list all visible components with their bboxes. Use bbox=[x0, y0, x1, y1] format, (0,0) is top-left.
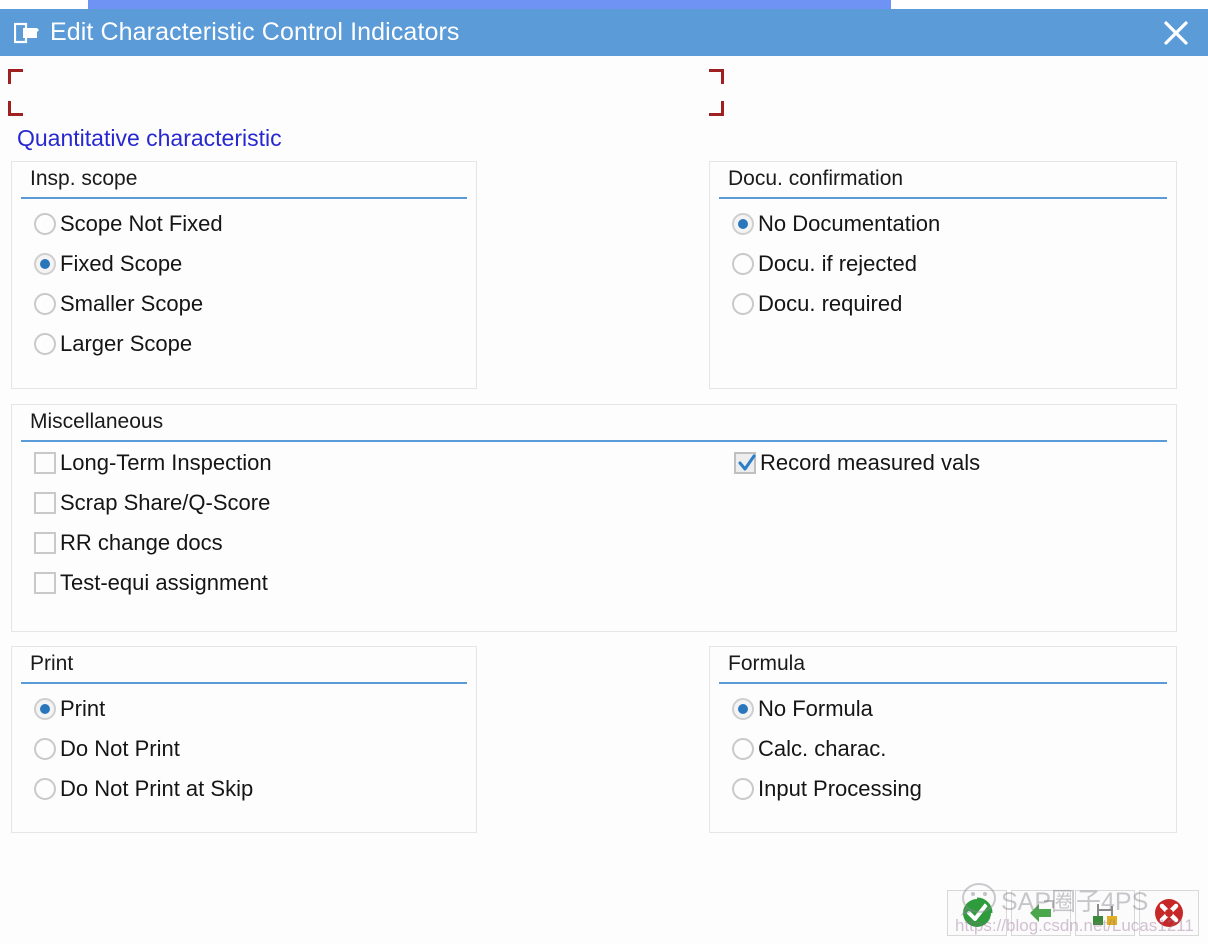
radio-row-no-documentation[interactable]: No Documentation bbox=[710, 204, 1176, 244]
checkbox-row-rr-change-docs[interactable]: RR change docs bbox=[12, 523, 612, 563]
checkbox-test-equi-assignment[interactable] bbox=[34, 572, 56, 594]
radio-input-processing[interactable] bbox=[732, 778, 754, 800]
selection-bracket-bottom-right bbox=[709, 101, 724, 116]
group-title-insp-scope: Insp. scope bbox=[30, 167, 138, 190]
checkbox-label-long-term-inspection: Long-Term Inspection bbox=[60, 450, 272, 475]
radio-fixed-scope[interactable] bbox=[34, 253, 56, 275]
radio-label-no-documentation: No Documentation bbox=[758, 211, 941, 236]
exit-button[interactable] bbox=[1075, 890, 1135, 936]
checkbox-row-record-measured-vals[interactable]: Record measured vals bbox=[712, 443, 1192, 483]
miscellaneous-left-column: Long-Term Inspection Scrap Share/Q-Score… bbox=[12, 443, 612, 603]
radio-row-do-not-print-at-skip[interactable]: Do Not Print at Skip bbox=[12, 769, 476, 809]
radio-docu-required[interactable] bbox=[732, 293, 754, 315]
radio-row-scope-not-fixed[interactable]: Scope Not Fixed bbox=[12, 204, 476, 244]
checkbox-row-long-term-inspection[interactable]: Long-Term Inspection bbox=[12, 443, 612, 483]
radio-label-docu-if-rejected: Docu. if rejected bbox=[758, 251, 917, 276]
group-divider bbox=[21, 682, 467, 684]
group-print: Print Print Do Not Print Do Not Print at… bbox=[11, 646, 477, 833]
radio-row-print[interactable]: Print bbox=[12, 689, 476, 729]
checkbox-row-scrap-share-q-score[interactable]: Scrap Share/Q-Score bbox=[12, 483, 612, 523]
radio-row-calc-charac[interactable]: Calc. charac. bbox=[710, 729, 1176, 769]
group-divider bbox=[719, 197, 1167, 199]
radio-label-scope-not-fixed: Scope Not Fixed bbox=[60, 211, 223, 236]
radio-label-docu-required: Docu. required bbox=[758, 291, 903, 316]
close-icon[interactable] bbox=[1158, 15, 1194, 51]
radio-no-documentation[interactable] bbox=[732, 213, 754, 235]
hierarchy-exit-icon bbox=[1093, 904, 1117, 925]
checkbox-scrap-share-q-score[interactable] bbox=[34, 492, 56, 514]
group-body-print: Print Do Not Print Do Not Print at Skip bbox=[12, 685, 476, 832]
window-title-bar: Edit Characteristic Control Indicators bbox=[0, 9, 1208, 56]
radio-label-print: Print bbox=[60, 696, 106, 721]
radio-calc-charac[interactable] bbox=[732, 738, 754, 760]
page-title: Quantitative characteristic bbox=[17, 125, 282, 151]
window-title: Edit Characteristic Control Indicators bbox=[50, 18, 460, 46]
checkbox-long-term-inspection[interactable] bbox=[34, 452, 56, 474]
top-accent-strip bbox=[88, 0, 891, 9]
selection-bracket-top-left bbox=[8, 69, 23, 84]
checkbox-record-measured-vals[interactable] bbox=[734, 452, 756, 474]
selection-bracket-bottom-left bbox=[8, 101, 23, 116]
dialog-action-toolbar bbox=[947, 890, 1203, 938]
checkbox-label-scrap-share-q-score: Scrap Share/Q-Score bbox=[60, 490, 271, 515]
green-back-arrow-icon bbox=[1030, 900, 1054, 922]
group-title-print: Print bbox=[30, 652, 74, 675]
group-docu-confirmation: Docu. confirmation No Documentation Docu… bbox=[709, 161, 1177, 389]
radio-row-do-not-print[interactable]: Do Not Print bbox=[12, 729, 476, 769]
group-insp-scope: Insp. scope Scope Not Fixed Fixed Scope … bbox=[11, 161, 477, 389]
radio-smaller-scope[interactable] bbox=[34, 293, 56, 315]
radio-row-input-processing[interactable]: Input Processing bbox=[710, 769, 1176, 809]
confirm-button[interactable] bbox=[947, 890, 1007, 936]
miscellaneous-right-column: Record measured vals bbox=[712, 443, 1192, 483]
group-title-formula: Formula bbox=[728, 652, 806, 675]
radio-label-larger-scope: Larger Scope bbox=[60, 331, 193, 356]
group-title-docu-confirmation: Docu. confirmation bbox=[728, 167, 904, 190]
checkbox-label-record-measured-vals: Record measured vals bbox=[760, 450, 981, 475]
radio-label-calc-charac: Calc. charac. bbox=[758, 736, 887, 761]
radio-row-no-formula[interactable]: No Formula bbox=[710, 689, 1176, 729]
checkbox-label-rr-change-docs: RR change docs bbox=[60, 530, 223, 555]
cancel-button[interactable] bbox=[1139, 890, 1199, 936]
back-button[interactable] bbox=[1011, 890, 1071, 936]
radio-scope-not-fixed[interactable] bbox=[34, 213, 56, 235]
radio-docu-if-rejected[interactable] bbox=[732, 253, 754, 275]
radio-label-do-not-print-at-skip: Do Not Print at Skip bbox=[60, 776, 254, 801]
radio-row-docu-required[interactable]: Docu. required bbox=[710, 284, 1176, 324]
group-body-insp-scope: Scope Not Fixed Fixed Scope Smaller Scop… bbox=[12, 200, 476, 388]
check-icon bbox=[738, 454, 756, 471]
radio-do-not-print-at-skip[interactable] bbox=[34, 778, 56, 800]
radio-row-docu-if-rejected[interactable]: Docu. if rejected bbox=[710, 244, 1176, 284]
radio-row-larger-scope[interactable]: Larger Scope bbox=[12, 324, 476, 364]
radio-row-smaller-scope[interactable]: Smaller Scope bbox=[12, 284, 476, 324]
radio-do-not-print[interactable] bbox=[34, 738, 56, 760]
group-miscellaneous: Miscellaneous Long-Term Inspection Scrap… bbox=[11, 404, 1177, 632]
radio-label-smaller-scope: Smaller Scope bbox=[60, 291, 204, 316]
selection-bracket-top-right bbox=[709, 69, 724, 84]
checkbox-rr-change-docs[interactable] bbox=[34, 532, 56, 554]
red-cancel-x-icon bbox=[1155, 899, 1183, 927]
radio-no-formula[interactable] bbox=[732, 698, 754, 720]
green-check-confirm-icon bbox=[963, 897, 993, 927]
edit-document-icon bbox=[14, 22, 39, 43]
group-title-miscellaneous: Miscellaneous bbox=[30, 410, 164, 433]
top-accent-strip-area bbox=[0, 0, 1208, 9]
radio-print[interactable] bbox=[34, 698, 56, 720]
radio-label-input-processing: Input Processing bbox=[758, 776, 922, 801]
radio-row-fixed-scope[interactable]: Fixed Scope bbox=[12, 244, 476, 284]
dialog-content-area: Quantitative characteristic Insp. scope … bbox=[0, 56, 1208, 944]
checkbox-row-test-equi-assignment[interactable]: Test-equi assignment bbox=[12, 563, 612, 603]
radio-label-fixed-scope: Fixed Scope bbox=[60, 251, 183, 276]
checkbox-label-test-equi-assignment: Test-equi assignment bbox=[60, 570, 268, 595]
radio-larger-scope[interactable] bbox=[34, 333, 56, 355]
group-divider bbox=[719, 682, 1167, 684]
radio-label-do-not-print: Do Not Print bbox=[60, 736, 180, 761]
group-divider bbox=[21, 440, 1167, 442]
group-formula: Formula No Formula Calc. charac. Input P… bbox=[709, 646, 1177, 833]
radio-label-no-formula: No Formula bbox=[758, 696, 873, 721]
group-body-formula: No Formula Calc. charac. Input Processin… bbox=[710, 685, 1176, 832]
group-body-docu-confirmation: No Documentation Docu. if rejected Docu.… bbox=[710, 200, 1176, 388]
group-divider bbox=[21, 197, 467, 199]
